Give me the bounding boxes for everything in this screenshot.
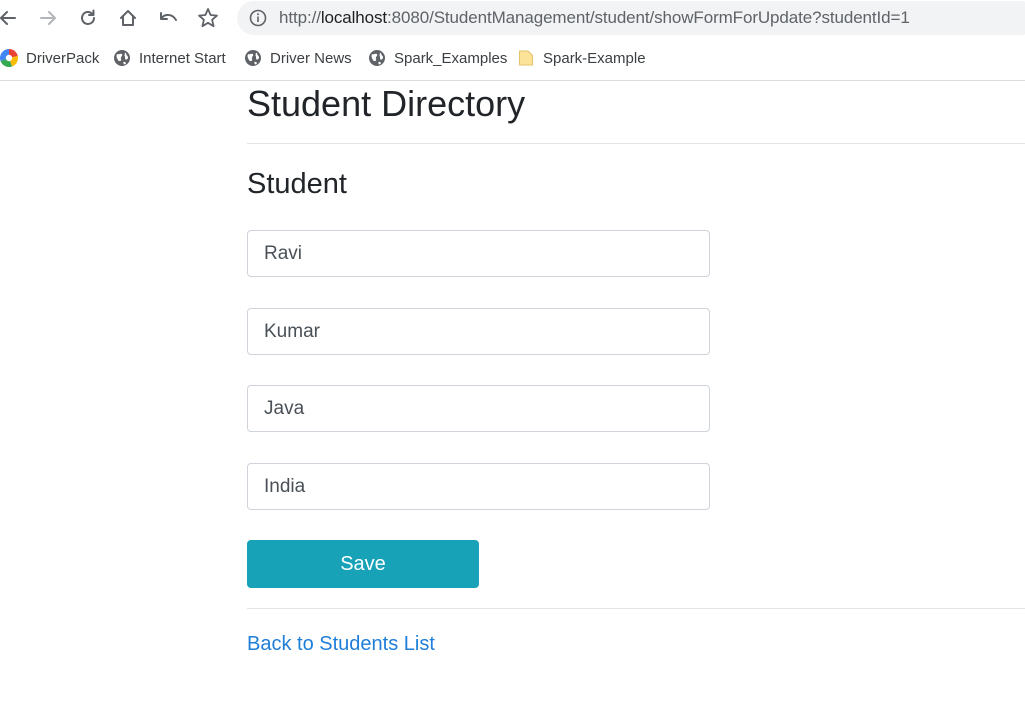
bookmark-spark-examples[interactable]: Spark_Examples (368, 48, 507, 68)
bookmark-star-button[interactable] (194, 4, 222, 32)
bookmark-label: Internet Start (139, 49, 226, 67)
bookmark-label: Spark_Examples (394, 49, 508, 67)
home-button[interactable] (114, 4, 142, 32)
bookmark-label: Spark-Example (543, 49, 646, 67)
country-field[interactable] (247, 463, 710, 510)
save-button[interactable]: Save (247, 540, 479, 588)
url-host: localhost (320, 8, 388, 27)
folder-icon (519, 50, 533, 66)
bookmark-driver-news[interactable]: Driver News (244, 48, 352, 68)
globe-icon (369, 50, 385, 66)
first-name-field[interactable] (247, 230, 710, 277)
back-to-students-link[interactable]: Back to Students List (247, 632, 435, 656)
section-title: Student (247, 168, 347, 200)
bookmark-label: Driver News (270, 49, 352, 67)
undo-icon (160, 12, 177, 21)
globe-icon (114, 50, 130, 66)
reload-icon (81, 9, 95, 25)
bookmark-internet-start[interactable]: Internet Start (113, 48, 226, 68)
forward-button[interactable] (34, 4, 62, 32)
url-text[interactable]: http://localhost:8080/StudentManagement/… (279, 8, 910, 28)
star-icon (198, 8, 218, 28)
reload-button[interactable] (74, 4, 102, 32)
globe-icon (245, 50, 261, 66)
last-name-field[interactable] (247, 308, 710, 355)
bookmark-label: DriverPack (26, 49, 100, 67)
bookmark-driverpack[interactable]: DriverPack (0, 48, 99, 68)
info-icon[interactable] (249, 9, 267, 27)
arrow-right-icon (40, 11, 56, 25)
address-bar[interactable]: http://localhost:8080/StudentManagement/… (237, 1, 1025, 35)
back-button[interactable] (0, 4, 22, 32)
course-field[interactable] (247, 385, 710, 432)
page-title: Student Directory (247, 83, 526, 124)
bookmarks-bar: DriverPack Internet Start Driver News Sp… (0, 36, 1025, 81)
bookmark-spark-example-folder[interactable]: Spark-Example (517, 48, 646, 68)
divider (247, 608, 1025, 609)
divider (247, 143, 1025, 144)
url-prefix: http:// (279, 8, 321, 27)
browser-toolbar: http://localhost:8080/StudentManagement/… (0, 0, 1025, 36)
url-path: :8080/StudentManagement/student/showForm… (387, 8, 910, 27)
home-icon (120, 10, 136, 26)
driverpack-icon (0, 49, 18, 67)
undo-button[interactable] (154, 4, 182, 32)
arrow-left-icon (0, 11, 16, 25)
